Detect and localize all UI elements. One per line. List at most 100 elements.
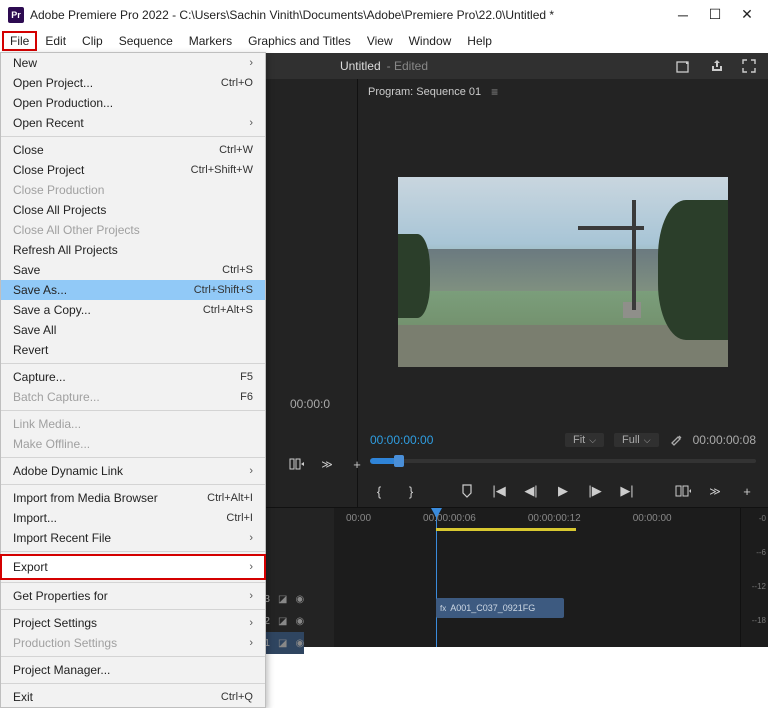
menu-item-close-project[interactable]: Close ProjectCtrl+Shift+W [1,160,265,180]
timeline-canvas[interactable]: 00:0000:00:00:0600:00:00:1200:00:00 fx A… [334,508,740,647]
work-area-bar[interactable] [436,528,576,531]
menu-item-label: Save As... [13,283,194,297]
submenu-arrow-icon: › [249,57,253,69]
add-marker-icon[interactable] [458,482,476,500]
current-timecode[interactable]: 00:00:00:00 [370,433,433,447]
menu-shortcut: Ctrl+I [226,512,253,524]
audio-meters: -0--6--12--18 [740,508,768,647]
insert-icon[interactable] [288,455,306,473]
menu-item-save[interactable]: SaveCtrl+S [1,260,265,280]
menu-item-open-production[interactable]: Open Production... [1,93,265,113]
quick-export-icon[interactable] [676,59,692,73]
plus-icon[interactable]: + [348,455,366,473]
mark-out-icon[interactable]: } [402,482,420,500]
menu-item-save-as[interactable]: Save As...Ctrl+Shift+S [1,280,265,300]
menu-item-save-all[interactable]: Save All [1,320,265,340]
menu-item-close[interactable]: CloseCtrl+W [1,140,265,160]
ruler-tick: 00:00 [346,513,371,524]
duration-timecode: 00:00:00:08 [693,433,756,447]
track-visibility-icon[interactable]: ◉ [295,594,304,605]
window-controls: ─ ☐ ✕ [676,8,760,22]
menu-item-capture[interactable]: Capture...F5 [1,367,265,387]
menu-graphics-and-titles[interactable]: Graphics and Titles [240,31,359,51]
menu-separator [1,609,265,610]
menu-item-save-a-copy[interactable]: Save a Copy...Ctrl+Alt+S [1,300,265,320]
menu-item-label: Open Recent [13,116,249,130]
track-visibility-icon[interactable]: ◉ [295,616,304,627]
program-scrubber[interactable] [358,453,768,475]
menu-item-label: Project Manager... [13,663,253,677]
menu-item-import-from-media-browser[interactable]: Import from Media BrowserCtrl+Alt+I [1,488,265,508]
submenu-arrow-icon: › [249,532,253,544]
menu-file[interactable]: File [2,31,37,51]
menu-item-open-recent[interactable]: Open Recent› [1,113,265,133]
more-transport-icon[interactable]: ≫ [706,482,724,500]
menu-item-project-settings[interactable]: Project Settings› [1,613,265,633]
menu-item-revert[interactable]: Revert [1,340,265,360]
menu-item-close-all-projects[interactable]: Close All Projects [1,200,265,220]
menu-item-label: Open Production... [13,96,253,110]
menu-item-close-all-other-projects: Close All Other Projects [1,220,265,240]
ruler-tick: 00:00:00:12 [528,513,581,524]
play-icon[interactable]: ▶ [554,482,572,500]
menu-item-export[interactable]: Export› [1,555,265,579]
menu-item-label: Link Media... [13,417,253,431]
menu-item-make-offline: Make Offline... [1,434,265,454]
menu-item-label: Make Offline... [13,437,253,451]
menu-clip[interactable]: Clip [74,31,111,51]
menu-item-refresh-all-projects[interactable]: Refresh All Projects [1,240,265,260]
menu-item-import-recent-file[interactable]: Import Recent File› [1,528,265,548]
zoom-select[interactable]: Fit ⌵ [565,433,604,447]
step-back-icon[interactable]: ◀| [522,482,540,500]
menu-view[interactable]: View [359,31,401,51]
mark-in-icon[interactable]: { [370,482,388,500]
menu-edit[interactable]: Edit [37,31,74,51]
go-to-in-icon[interactable]: |◀ [490,482,508,500]
lift-icon[interactable] [674,482,692,500]
menu-item-new[interactable]: New› [1,53,265,73]
menu-item-open-project[interactable]: Open Project...Ctrl+O [1,73,265,93]
menu-item-adobe-dynamic-link[interactable]: Adobe Dynamic Link› [1,461,265,481]
minimize-button[interactable]: ─ [676,8,690,22]
menu-shortcut: Ctrl+Alt+I [207,492,253,504]
file-menu-dropdown: New›Open Project...Ctrl+O Open Production… [0,52,266,708]
menu-item-project-manager[interactable]: Project Manager... [1,660,265,680]
step-forward-icon[interactable]: |▶ [586,482,604,500]
fullscreen-icon[interactable] [742,59,756,73]
timeline-clip[interactable]: fx A001_C037_0921FG [436,598,564,618]
menu-item-label: Refresh All Projects [13,243,253,257]
toggle-track-icon[interactable]: ◪ [278,594,287,605]
menu-item-label: Revert [13,343,253,357]
maximize-button[interactable]: ☐ [708,8,722,22]
menu-item-label: Project Settings [13,616,249,630]
toggle-track-icon[interactable]: ◪ [278,616,287,627]
source-timecode: 00:00:0 [290,397,330,411]
menu-item-label: Open Project... [13,76,221,90]
menu-help[interactable]: Help [459,31,500,51]
submenu-arrow-icon: › [249,117,253,129]
timeline-ruler[interactable]: 00:0000:00:00:0600:00:00:1200:00:00 [334,508,740,528]
share-icon[interactable] [710,59,724,73]
go-to-out-icon[interactable]: ▶| [618,482,636,500]
resolution-select[interactable]: Full ⌵ [614,433,659,447]
menu-item-import[interactable]: Import...Ctrl+I [1,508,265,528]
menu-shortcut: Ctrl+Shift+S [194,284,253,296]
menu-window[interactable]: Window [401,31,460,51]
menu-item-get-properties-for[interactable]: Get Properties for› [1,586,265,606]
toggle-track-icon[interactable]: ◪ [278,638,287,649]
menu-item-label: Close Production [13,183,253,197]
menu-item-batch-capture: Batch Capture...F6 [1,387,265,407]
more-icon[interactable]: ≫ [318,455,336,473]
track-visibility-icon[interactable]: ◉ [295,638,304,649]
menu-shortcut: F6 [240,391,253,403]
button-editor-icon[interactable]: + [738,482,756,500]
menu-item-exit[interactable]: ExitCtrl+Q [1,687,265,707]
menu-sequence[interactable]: Sequence [111,31,181,51]
close-button[interactable]: ✕ [740,8,754,22]
ruler-tick: 00:00:00 [633,513,672,524]
menu-markers[interactable]: Markers [181,31,240,51]
playhead-handle[interactable] [394,455,404,467]
panel-menu-icon[interactable]: ≡ [491,85,498,99]
settings-icon[interactable] [669,433,683,447]
program-monitor[interactable] [358,105,768,427]
